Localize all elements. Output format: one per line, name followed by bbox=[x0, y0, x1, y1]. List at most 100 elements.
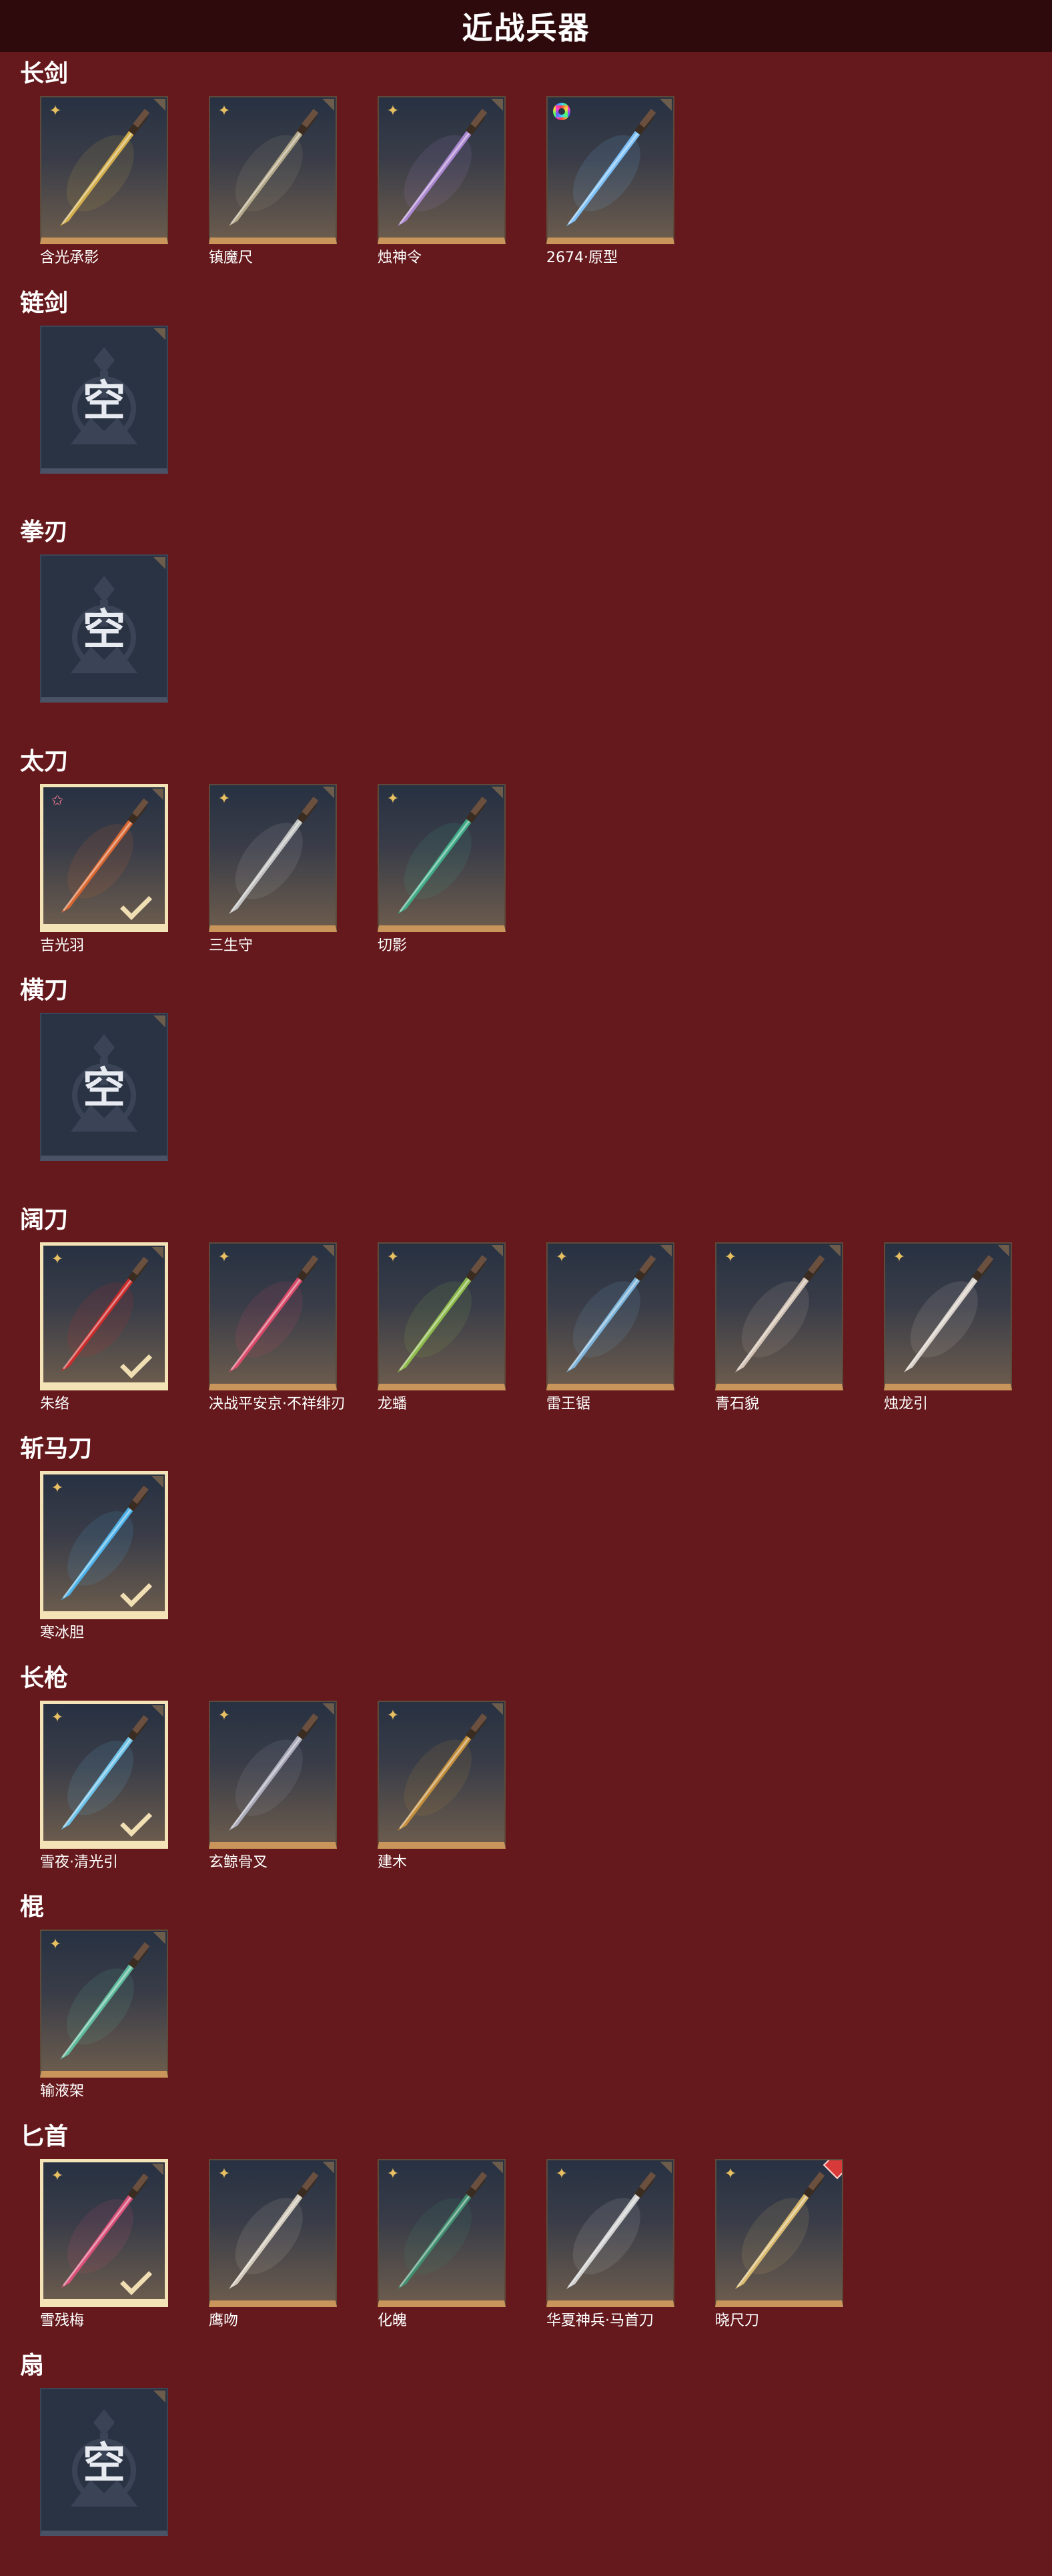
weapon-thumbnail[interactable]: ✦ bbox=[715, 1242, 843, 1390]
weapon-name: 寒冰胆 bbox=[40, 1625, 85, 1641]
weapon-card[interactable]: ✦ 镇魔尺 bbox=[209, 96, 337, 268]
weapon-thumbnail[interactable]: ✦ bbox=[378, 2158, 506, 2307]
weapon-card[interactable]: ✦ 含光承影 bbox=[40, 96, 168, 268]
category-title: 长剑 bbox=[20, 60, 69, 87]
weapon-card[interactable]: ✦ 输液架 bbox=[40, 1929, 168, 2102]
weapon-name: 输液架 bbox=[40, 2083, 85, 2100]
category-title: 棍 bbox=[20, 1893, 45, 1921]
gold-star-icon: ✦ bbox=[893, 1248, 906, 1266]
weapon-name: 晓尺刀 bbox=[715, 2312, 760, 2329]
category-title: 拳刃 bbox=[20, 518, 69, 546]
weapon-thumbnail[interactable]: ✦ bbox=[715, 2158, 843, 2307]
empty-slot-thumbnail[interactable]: 空 bbox=[40, 1013, 168, 1161]
gold-star-icon: ✦ bbox=[386, 2165, 400, 2182]
weapon-name: 建木 bbox=[378, 1853, 408, 1871]
weapon-name: 三生守 bbox=[209, 937, 253, 954]
category-title: 长枪 bbox=[20, 1664, 69, 1692]
empty-weapon-slot[interactable]: 空 bbox=[40, 554, 168, 703]
weapon-card[interactable]: ✦ 建木 bbox=[378, 1700, 506, 1873]
pink-star-icon: ✩ bbox=[51, 792, 64, 809]
gold-star-icon: ✦ bbox=[724, 1248, 737, 1266]
weapon-row: 空 bbox=[20, 1007, 1034, 1201]
weapon-thumbnail[interactable]: ✦ bbox=[209, 2158, 337, 2307]
empty-weapon-slot[interactable]: 空 bbox=[40, 1013, 168, 1161]
weapon-card[interactable]: ✦ 烛龙引 bbox=[884, 1242, 1012, 1414]
empty-weapon-slot[interactable]: 空 bbox=[40, 325, 168, 474]
empty-slot-label: 空 bbox=[83, 606, 125, 655]
gold-star-icon: ✦ bbox=[49, 103, 62, 119]
weapon-thumbnail[interactable]: ✦ bbox=[209, 1700, 337, 1849]
weapon-thumbnail[interactable]: ✦ bbox=[378, 1700, 506, 1849]
weapon-card[interactable]: ✦ 雪夜·清光引 bbox=[40, 1700, 168, 1873]
weapon-row: ✦ 朱络 ✦ 决战平安京·不祥绯刃 ✦ 龙蟠 ✦ 雷王锯 ✦ 青石貌 ✦ 烛龙引 bbox=[20, 1237, 1034, 1430]
weapon-card[interactable]: ✦ 青石貌 bbox=[715, 1242, 843, 1414]
category-title: 匕首 bbox=[20, 2122, 69, 2150]
empty-weapon-slot[interactable]: 空 bbox=[40, 2388, 168, 2536]
weapon-category: 长枪 ✦ 雪夜·清光引 ✦ 玄鲸骨叉 ✦ 建木 bbox=[20, 1662, 1034, 1889]
weapon-thumbnail[interactable]: ✦ bbox=[40, 1242, 168, 1390]
weapon-card[interactable]: ✦ 鹰吻 bbox=[209, 2158, 337, 2331]
weapon-thumbnail[interactable]: ✦ bbox=[209, 1242, 337, 1390]
weapon-thumbnail[interactable]: ✩ bbox=[40, 783, 168, 932]
weapon-card[interactable]: ✦ 龙蟠 bbox=[378, 1242, 506, 1414]
weapon-thumbnail[interactable]: ✦ bbox=[209, 96, 337, 244]
weapon-name: 镇魔尺 bbox=[209, 250, 253, 266]
weapon-category: 棍 ✦ 输液架 bbox=[20, 1891, 1034, 2118]
weapon-thumbnail[interactable] bbox=[546, 96, 674, 244]
weapon-card[interactable]: ✦ 雪残梅 bbox=[40, 2158, 168, 2331]
weapon-thumbnail[interactable]: ✦ bbox=[40, 1471, 168, 1619]
weapon-thumbnail[interactable]: ✦ bbox=[378, 96, 506, 244]
gold-star-icon: ✦ bbox=[217, 790, 231, 807]
weapon-row: 空 bbox=[20, 549, 1034, 743]
weapon-card[interactable]: ✦ 烛神令 bbox=[378, 96, 506, 268]
weapon-card[interactable]: ✦ 华夏神兵·马首刀 bbox=[546, 2158, 674, 2331]
weapon-row: ✦ 雪夜·清光引 ✦ 玄鲸骨叉 ✦ 建木 bbox=[20, 1695, 1034, 1889]
weapon-card[interactable]: ✦ 切影 bbox=[378, 783, 506, 956]
category-title: 太刀 bbox=[20, 747, 69, 775]
weapon-card[interactable]: ✩ 吉光羽 bbox=[40, 783, 168, 956]
weapon-thumbnail[interactable]: ✦ bbox=[378, 783, 506, 932]
gold-star-icon: ✦ bbox=[51, 1480, 64, 1496]
weapon-row: ✩ 吉光羽 ✦ 三生守 ✦ 切影 bbox=[20, 779, 1034, 972]
gold-star-icon: ✦ bbox=[51, 2167, 64, 2184]
weapon-card[interactable]: ✦ 寒冰胆 bbox=[40, 1471, 168, 1643]
weapon-name: 玄鲸骨叉 bbox=[209, 1853, 268, 1871]
gold-star-icon: ✦ bbox=[217, 103, 231, 119]
gold-star-icon: ✦ bbox=[217, 2165, 231, 2182]
weapon-name: 雪夜·清光引 bbox=[40, 1853, 118, 1871]
weapon-thumbnail[interactable]: ✦ bbox=[40, 1929, 168, 2078]
empty-slot-thumbnail[interactable]: 空 bbox=[40, 554, 168, 703]
weapon-thumbnail[interactable]: ✦ bbox=[378, 1242, 506, 1390]
weapon-card[interactable]: ✦ 化魄 bbox=[378, 2158, 506, 2331]
weapon-row: ✦ 寒冰胆 bbox=[20, 1466, 1034, 1659]
weapon-thumbnail[interactable]: ✦ bbox=[40, 2158, 168, 2307]
gold-star-icon: ✦ bbox=[51, 1250, 64, 1268]
weapon-thumbnail[interactable]: ✦ bbox=[209, 783, 337, 932]
weapon-card[interactable]: ✦ 朱络 bbox=[40, 1242, 168, 1414]
weapon-category: 横刀空 bbox=[20, 974, 1034, 1201]
weapon-card[interactable]: ✦ 雷王锯 bbox=[546, 1242, 674, 1414]
weapon-thumbnail[interactable]: ✦ bbox=[546, 1242, 674, 1390]
empty-slot-thumbnail[interactable]: 空 bbox=[40, 2388, 168, 2536]
weapon-card[interactable]: ✦ 三生守 bbox=[209, 783, 337, 956]
weapon-thumbnail[interactable]: ✦ bbox=[40, 1700, 168, 1849]
weapon-name: 2674·原型 bbox=[546, 250, 618, 266]
gold-star-icon: ✦ bbox=[49, 1936, 62, 1953]
weapon-category: 扇空 bbox=[20, 2349, 1034, 2576]
weapon-thumbnail[interactable]: ✦ bbox=[40, 96, 168, 244]
weapon-category: 长剑 ✦ 含光承影 ✦ 镇魔尺 ✦ 烛神令 2674·原型 bbox=[20, 57, 1034, 284]
weapon-name: 化魄 bbox=[378, 2312, 408, 2329]
empty-slot-thumbnail[interactable]: 空 bbox=[40, 325, 168, 474]
empty-slot-label: 空 bbox=[83, 376, 125, 426]
weapon-card[interactable]: ✦ 决战平安京·不祥绯刃 bbox=[209, 1242, 346, 1414]
weapon-card[interactable]: ✦ 晓尺刀 bbox=[715, 2158, 843, 2331]
weapon-name: 烛龙引 bbox=[884, 1395, 929, 1412]
weapon-name: 雷王锯 bbox=[546, 1395, 591, 1412]
weapon-name: 龙蟠 bbox=[378, 1395, 408, 1412]
weapon-category: 斩马刀 ✦ 寒冰胆 bbox=[20, 1432, 1034, 1659]
weapon-card[interactable]: 2674·原型 bbox=[546, 96, 674, 268]
gold-star-icon: ✦ bbox=[386, 1248, 400, 1266]
weapon-thumbnail[interactable]: ✦ bbox=[546, 2158, 674, 2307]
weapon-card[interactable]: ✦ 玄鲸骨叉 bbox=[209, 1700, 337, 1873]
weapon-thumbnail[interactable]: ✦ bbox=[884, 1242, 1012, 1390]
